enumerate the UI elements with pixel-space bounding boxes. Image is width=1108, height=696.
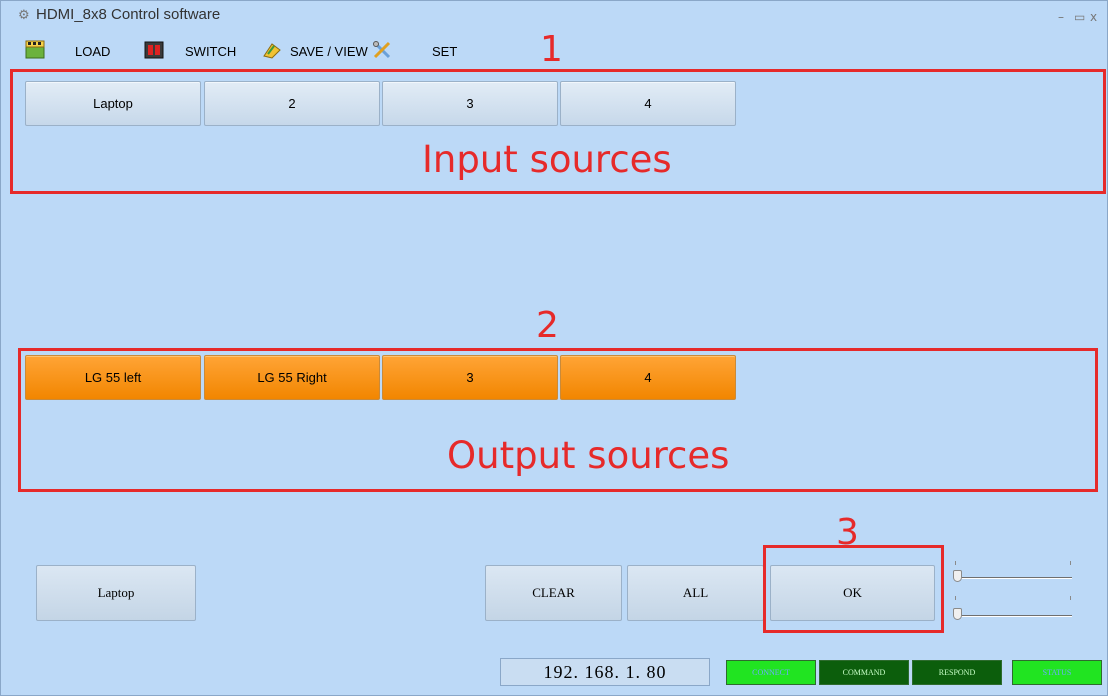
annotation-number-2: 2 (536, 305, 559, 346)
annotation-box-ok (763, 545, 944, 633)
app-icon: ⚙ (18, 8, 30, 23)
toolbar: LOAD SWITCH SAVE / VIEW SET (0, 40, 600, 68)
title-bar: ⚙ HDMI_8x8 Control software – ▭ x (0, 0, 1108, 30)
slider-2-track (955, 615, 1072, 617)
selected-input-button[interactable]: Laptop (36, 565, 196, 621)
close-button[interactable]: x (1090, 10, 1097, 24)
switch-menu[interactable]: SWITCH (185, 44, 236, 59)
load-icon[interactable] (25, 40, 45, 60)
respond-indicator: RESPOND (912, 660, 1002, 685)
slider-1-tick-start (955, 561, 956, 565)
window-title: HDMI_8x8 Control software (36, 6, 221, 23)
save-view-icon[interactable] (262, 40, 282, 60)
connect-indicator: CONNECT (726, 660, 816, 685)
slider-1-thumb[interactable] (953, 570, 962, 582)
maximize-button[interactable]: ▭ (1074, 10, 1085, 24)
minimize-button[interactable]: – (1058, 10, 1064, 24)
clear-button[interactable]: CLEAR (485, 565, 622, 621)
status-indicator: STATUS (1012, 660, 1102, 685)
annotation-output-sources: Output sources (447, 434, 730, 477)
load-menu[interactable]: LOAD (75, 44, 110, 59)
slider-1-track (955, 577, 1072, 579)
all-button[interactable]: ALL (627, 565, 764, 621)
save-view-menu[interactable]: SAVE / VIEW (290, 44, 368, 59)
slider-1-tick-end (1070, 561, 1071, 565)
annotation-input-sources: Input sources (422, 138, 672, 181)
command-indicator: COMMAND (819, 660, 909, 685)
ip-address-field[interactable]: 192. 168. 1. 80 (500, 658, 710, 686)
annotation-number-1: 1 (540, 29, 563, 70)
set-tools-icon[interactable] (372, 40, 392, 60)
switch-icon[interactable] (144, 40, 164, 60)
slider-2-thumb[interactable] (953, 608, 962, 620)
slider-2-tick-start (955, 596, 956, 600)
slider-2-tick-end (1070, 596, 1071, 600)
set-menu[interactable]: SET (432, 44, 457, 59)
